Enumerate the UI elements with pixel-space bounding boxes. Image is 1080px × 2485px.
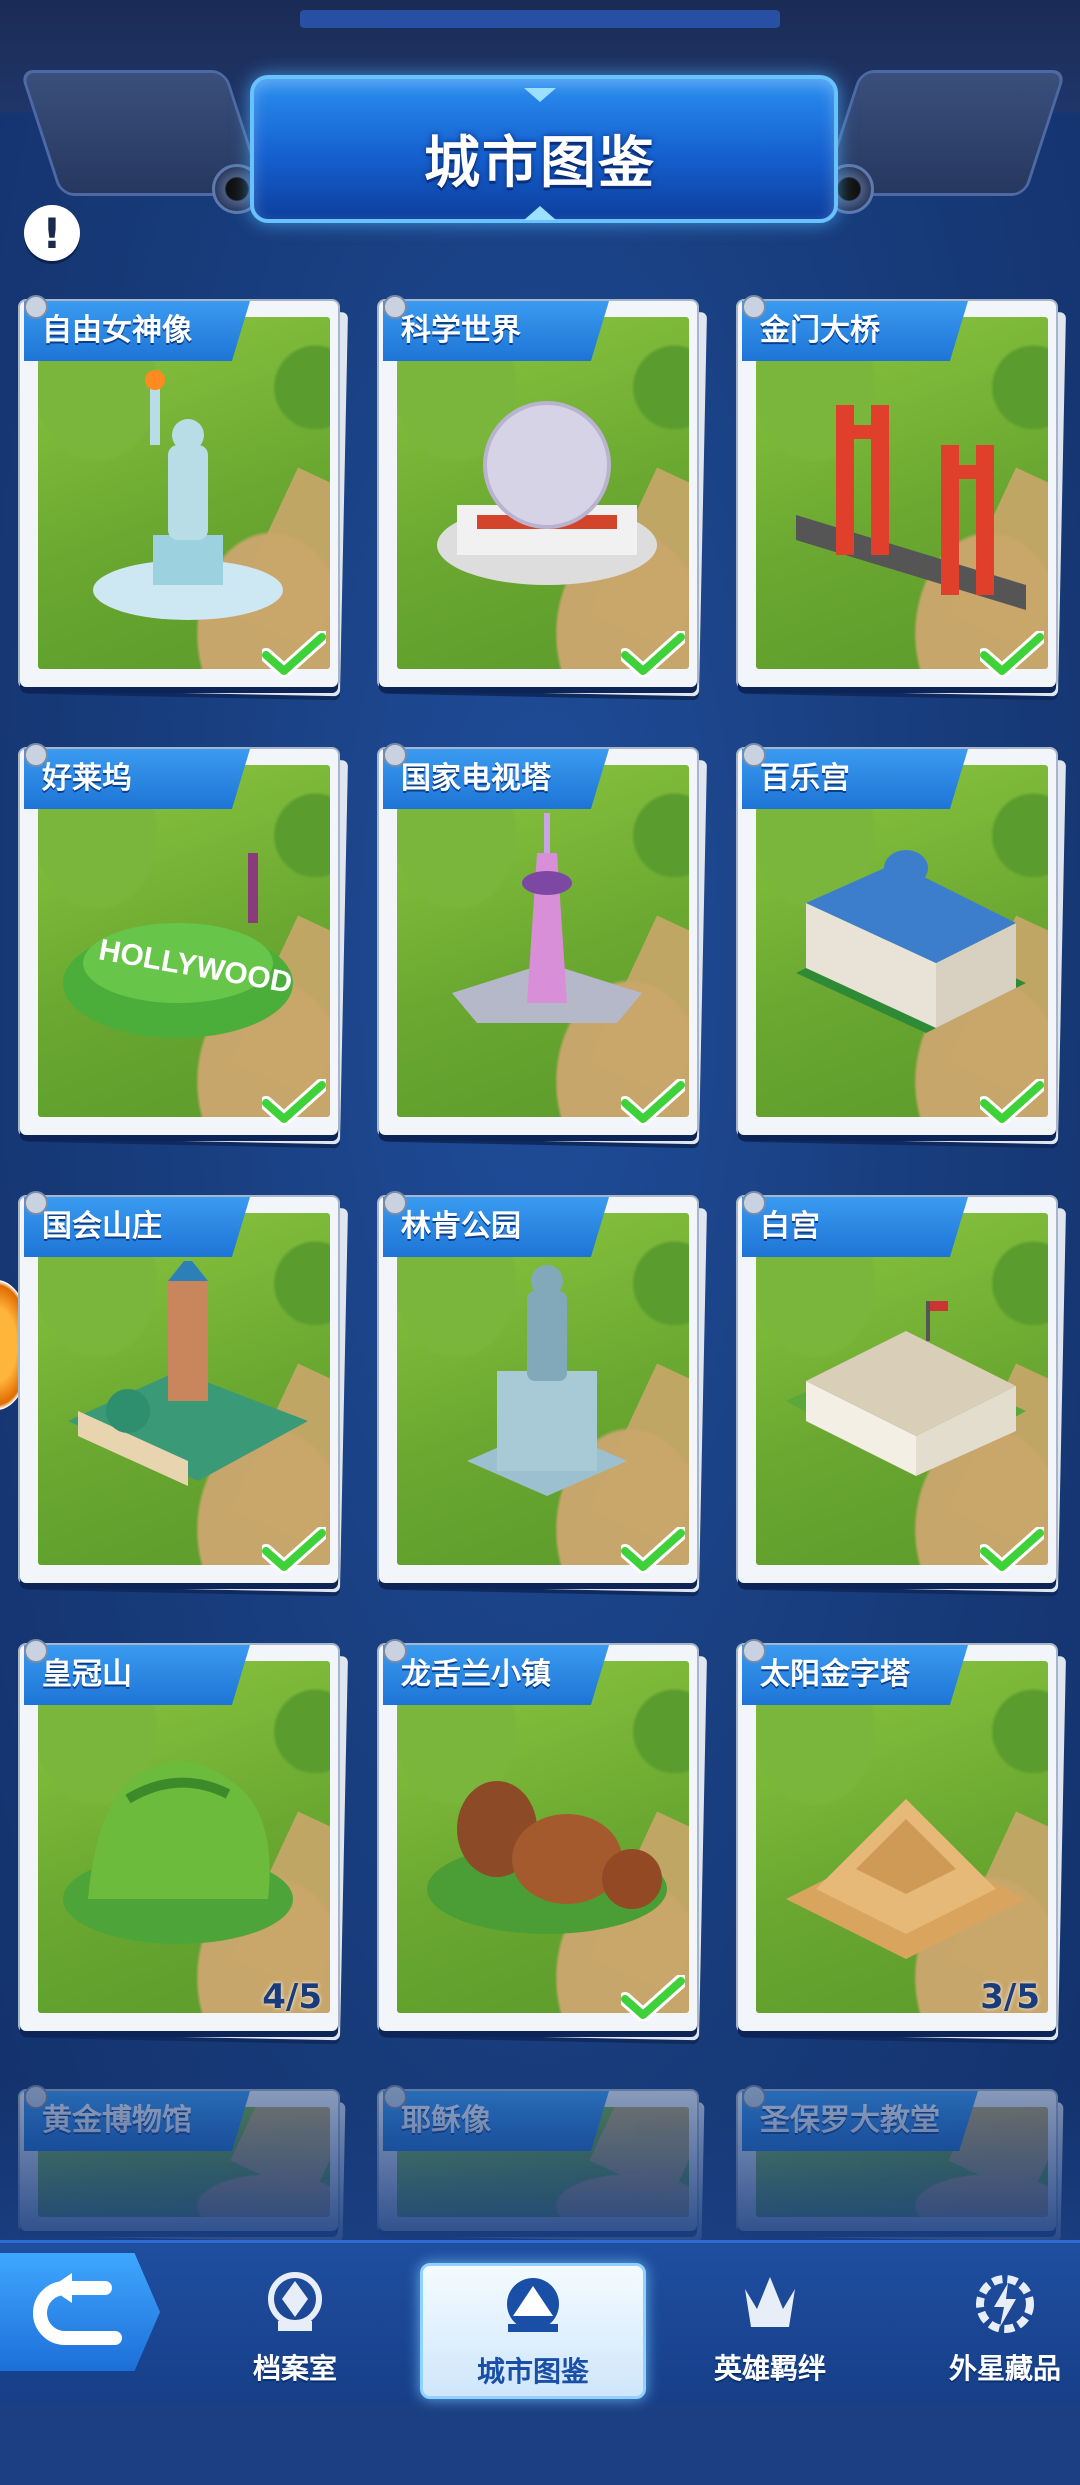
progress-count: 4/5 bbox=[262, 1977, 322, 2017]
landmark-card[interactable]: 国家电视塔 bbox=[377, 743, 707, 1145]
landmark-name: 太阳金字塔 bbox=[742, 1645, 968, 1705]
landmark-card[interactable]: 白宫 bbox=[736, 1191, 1066, 1593]
golden-gate-bridge-icon bbox=[796, 405, 1026, 610]
pin-icon bbox=[742, 295, 766, 319]
tab-label: 外星藏品 bbox=[948, 2352, 1061, 2385]
landmark-name: 自由女神像 bbox=[24, 301, 250, 361]
check-icon bbox=[621, 1079, 685, 1125]
landmark-name: 林肯公园 bbox=[383, 1197, 609, 1257]
city-catalog-icon bbox=[507, 2278, 559, 2332]
landmark-name: 国家电视塔 bbox=[383, 749, 609, 809]
hollywood-hill-icon: HOLLYWOOD bbox=[63, 853, 295, 1038]
science-world-dome-icon bbox=[437, 401, 657, 585]
archive-icon bbox=[268, 2272, 322, 2331]
pin-icon bbox=[383, 295, 407, 319]
landmark-name: 好莱坞 bbox=[24, 749, 250, 809]
alien-collection-icon bbox=[976, 2275, 1034, 2333]
landmark-card[interactable]: 科学世界 bbox=[377, 295, 707, 697]
white-house-icon bbox=[786, 1301, 1026, 1476]
header-top-strip bbox=[300, 10, 780, 28]
tab-city-catalog[interactable]: 城市图鉴 bbox=[420, 2263, 646, 2399]
tab-archive[interactable]: 档案室 bbox=[185, 2263, 405, 2393]
landmark-card[interactable]: 好莱坞 HOLLYWOOD bbox=[18, 743, 348, 1145]
pin-icon bbox=[383, 743, 407, 767]
pin-icon bbox=[24, 295, 48, 319]
pin-icon bbox=[742, 743, 766, 767]
back-arrow-icon bbox=[33, 2273, 122, 2345]
tv-tower-icon bbox=[452, 813, 642, 1023]
landmark-name: 科学世界 bbox=[383, 301, 609, 361]
tab-alien-collection[interactable]: 外星藏品 bbox=[895, 2263, 1080, 2393]
chevron-up-icon bbox=[524, 206, 556, 220]
check-icon bbox=[980, 1527, 1044, 1573]
tab-label: 城市图鉴 bbox=[476, 2355, 589, 2388]
tequila-barrels-icon bbox=[427, 1781, 667, 1934]
landmark-card[interactable]: 林肯公园 bbox=[377, 1191, 707, 1593]
landmark-name: 百乐宫 bbox=[742, 749, 968, 809]
landmark-name: 金门大桥 bbox=[742, 301, 968, 361]
pin-icon bbox=[742, 1639, 766, 1663]
landmark-card[interactable]: 金门大桥 bbox=[736, 295, 1066, 697]
header-bar: 城市图鉴 bbox=[0, 0, 1080, 240]
landmark-card[interactable]: 国会山庄 bbox=[18, 1191, 348, 1593]
crown-mountain-icon bbox=[63, 1761, 293, 1944]
check-icon bbox=[980, 631, 1044, 677]
check-icon bbox=[621, 1527, 685, 1573]
check-icon bbox=[262, 631, 326, 677]
check-icon bbox=[621, 631, 685, 677]
landmark-name: 皇冠山 bbox=[24, 1645, 250, 1705]
tab-hero-bond[interactable]: 英雄羁绊 bbox=[660, 2263, 880, 2393]
pin-icon bbox=[383, 1191, 407, 1215]
landmark-card[interactable]: 龙舌兰小镇 bbox=[377, 1639, 707, 2041]
check-icon bbox=[262, 1079, 326, 1125]
tab-label: 英雄羁绊 bbox=[713, 2352, 826, 2385]
chevron-down-icon bbox=[524, 88, 556, 102]
pin-icon bbox=[742, 1191, 766, 1215]
bellagio-hotel-icon bbox=[796, 850, 1026, 1033]
hero-bond-icon bbox=[745, 2277, 795, 2327]
statue-of-liberty-icon bbox=[93, 370, 283, 620]
landmark-card[interactable]: 太阳金字塔 3/5 bbox=[736, 1639, 1066, 2041]
pin-icon bbox=[24, 1639, 48, 1663]
info-button[interactable]: ! bbox=[24, 205, 80, 261]
check-icon bbox=[621, 1975, 685, 2021]
sun-pyramid-icon bbox=[786, 1799, 1026, 1959]
pin-icon bbox=[24, 743, 48, 767]
check-icon bbox=[262, 1527, 326, 1573]
capitol-building-icon bbox=[68, 1261, 308, 1486]
pin-icon bbox=[383, 1639, 407, 1663]
landmark-card[interactable]: 皇冠山 4/5 bbox=[18, 1639, 348, 2041]
landmark-card[interactable]: 百乐宫 bbox=[736, 743, 1066, 1145]
bottom-fade bbox=[0, 2080, 1080, 2260]
back-button[interactable] bbox=[0, 2253, 160, 2371]
landmark-card[interactable]: 自由女神像 bbox=[18, 295, 348, 697]
landmark-name: 龙舌兰小镇 bbox=[383, 1645, 609, 1705]
bottom-nav: 档案室 城市图鉴 英雄羁绊 外星藏品 bbox=[0, 2240, 1080, 2403]
landmark-name: 国会山庄 bbox=[24, 1197, 250, 1257]
pin-icon bbox=[24, 1191, 48, 1215]
progress-count: 3/5 bbox=[980, 1977, 1040, 2017]
check-icon bbox=[980, 1079, 1044, 1125]
page-title: 城市图鉴 bbox=[424, 131, 656, 196]
lincoln-statue-icon bbox=[467, 1265, 627, 1496]
tab-label: 档案室 bbox=[252, 2352, 337, 2385]
landmark-name: 白宫 bbox=[742, 1197, 968, 1257]
